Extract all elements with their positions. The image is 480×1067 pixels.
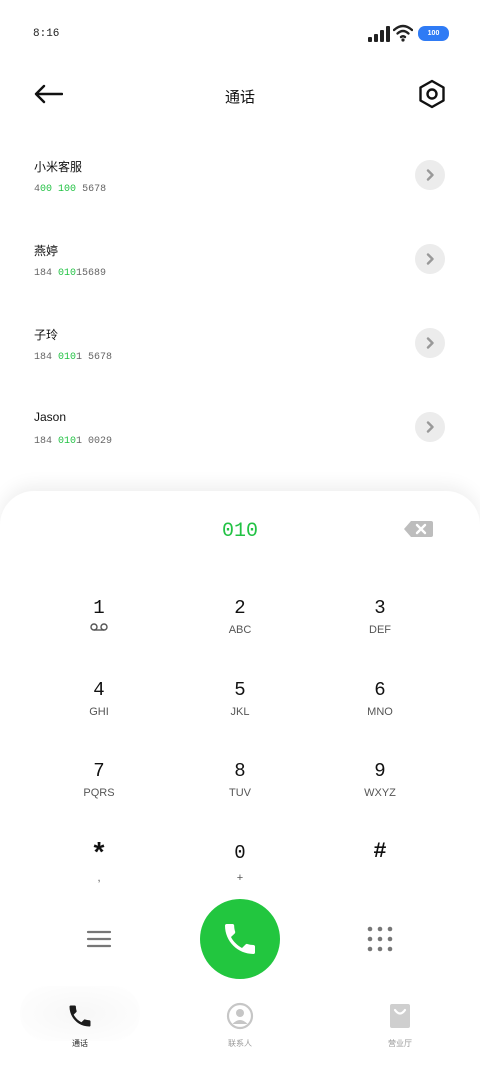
status-time: 8:16 bbox=[33, 28, 60, 40]
key-8[interactable]: 8 TUV bbox=[180, 760, 300, 830]
key-2[interactable]: 2 ABC bbox=[180, 597, 300, 667]
keypad-toggle-button[interactable] bbox=[367, 926, 393, 952]
key-letters: DEF bbox=[369, 624, 391, 636]
key-letters: PQRS bbox=[83, 787, 115, 799]
cellular-signal-icon bbox=[368, 26, 390, 42]
backspace-icon bbox=[404, 521, 433, 537]
key-letters: JKL bbox=[230, 706, 250, 718]
wifi-icon bbox=[393, 24, 413, 42]
contact-name: 燕婷 bbox=[34, 244, 59, 258]
phone-icon bbox=[65, 1002, 95, 1030]
nav-item-contacts[interactable]: 联系人 bbox=[160, 990, 320, 1060]
key-star[interactable]: * , bbox=[39, 840, 159, 910]
key-letters: TUV bbox=[229, 787, 251, 799]
key-digit: 4 bbox=[93, 679, 105, 701]
key-letters: ABC bbox=[228, 624, 252, 636]
contact-number: 184 0101 5678 bbox=[34, 352, 113, 363]
dialpad-icon bbox=[367, 926, 393, 952]
key-letters: MNO bbox=[367, 706, 393, 718]
call-button[interactable] bbox=[200, 899, 280, 979]
nav-item-store[interactable]: 营业厅 bbox=[320, 990, 480, 1060]
chevron-right-icon bbox=[426, 253, 434, 265]
key-letters: + bbox=[236, 872, 244, 884]
contact-row[interactable]: 子玲 184 0101 5678 bbox=[0, 326, 480, 396]
menu-icon bbox=[86, 930, 112, 948]
contact-row[interactable]: 小米客服 400 100 5678 bbox=[0, 158, 480, 228]
key-3[interactable]: 3 DEF bbox=[320, 597, 440, 667]
arrow-left-icon bbox=[34, 84, 63, 104]
settings-button[interactable] bbox=[414, 76, 450, 112]
key-digit: 8 bbox=[234, 760, 246, 782]
contact-name: Jason bbox=[34, 410, 67, 424]
contact-name: 子玲 bbox=[34, 328, 59, 342]
key-digit: # bbox=[373, 839, 387, 864]
contact-number: 400 100 5678 bbox=[34, 184, 107, 195]
battery-icon: 100 bbox=[418, 26, 449, 41]
phone-icon bbox=[225, 924, 255, 954]
key-hash[interactable]: # bbox=[320, 839, 440, 909]
key-digit: 6 bbox=[374, 679, 386, 701]
settings-hexagon-icon bbox=[419, 79, 445, 109]
back-button[interactable] bbox=[30, 78, 66, 110]
key-digit: 3 bbox=[374, 597, 386, 619]
contact-name: 小米客服 bbox=[34, 160, 83, 174]
status-bar: 8:16 100 bbox=[0, 0, 480, 60]
battery-level: 100 bbox=[427, 30, 440, 37]
key-letters: GHI bbox=[89, 706, 109, 718]
key-digit: 2 bbox=[234, 597, 246, 619]
key-digit: 5 bbox=[234, 679, 246, 701]
key-letters: , bbox=[97, 872, 101, 884]
contact-detail-button[interactable] bbox=[415, 328, 445, 358]
menu-button[interactable] bbox=[86, 928, 112, 950]
nav-label: 联系人 bbox=[228, 1039, 252, 1048]
key-6[interactable]: 6 MNO bbox=[320, 679, 440, 749]
shopping-bag-icon bbox=[385, 1002, 415, 1030]
contact-detail-button[interactable] bbox=[415, 412, 445, 442]
chevron-right-icon bbox=[426, 421, 434, 433]
backspace-button[interactable] bbox=[402, 518, 434, 540]
chevron-right-icon bbox=[426, 337, 434, 349]
key-digit: 9 bbox=[374, 760, 386, 782]
key-4[interactable]: 4 GHI bbox=[39, 679, 159, 749]
key-9[interactable]: 9 WXYZ bbox=[320, 760, 440, 830]
key-digit: 7 bbox=[93, 760, 105, 782]
nav-item-calls[interactable]: 通话 bbox=[0, 986, 160, 1060]
contact-detail-button[interactable] bbox=[415, 244, 445, 274]
page-title: 通话 bbox=[224, 89, 255, 106]
contact-number: 184 01015689 bbox=[34, 268, 107, 279]
voicemail-icon bbox=[90, 623, 108, 631]
key-digit: 0 bbox=[234, 842, 246, 864]
contact-detail-button[interactable] bbox=[415, 160, 445, 190]
nav-label: 通话 bbox=[72, 1039, 88, 1048]
key-5[interactable]: 5 JKL bbox=[180, 679, 300, 749]
dialed-number-display: 010 bbox=[221, 520, 258, 543]
key-letters: WXYZ bbox=[364, 787, 396, 799]
nav-label: 营业厅 bbox=[388, 1039, 412, 1048]
contact-number: 184 0101 0029 bbox=[34, 436, 113, 447]
bottom-navigation: 通话 联系人 营业厅 bbox=[0, 986, 480, 1067]
key-1[interactable]: 1 bbox=[39, 597, 159, 667]
person-icon bbox=[225, 1002, 255, 1030]
key-digit: * bbox=[90, 840, 108, 871]
contact-row[interactable]: 燕婷 184 01015689 bbox=[0, 242, 480, 312]
contact-row[interactable]: Jason 184 0101 0029 bbox=[0, 410, 480, 480]
chevron-right-icon bbox=[426, 169, 434, 181]
key-digit: 1 bbox=[93, 597, 105, 619]
key-7[interactable]: 7 PQRS bbox=[39, 760, 159, 830]
